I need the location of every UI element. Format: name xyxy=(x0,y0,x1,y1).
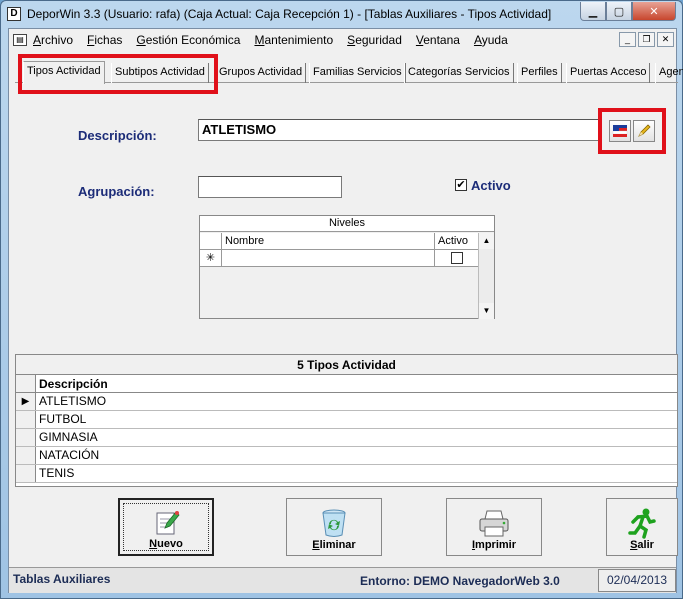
activo-label: Activo xyxy=(471,178,511,193)
window-controls: ▁ ▢ ✕ xyxy=(580,2,676,21)
descripcion-input[interactable]: ATLETISMO xyxy=(198,119,600,141)
activo-checkbox[interactable]: ✔ xyxy=(455,179,467,191)
scroll-down-icon[interactable]: ▼ xyxy=(479,303,494,319)
agrupacion-input[interactable] xyxy=(198,176,342,198)
status-module: Tablas Auxiliares xyxy=(13,572,111,586)
mdi-close-button[interactable]: ✕ xyxy=(657,32,674,47)
translate-flag-button[interactable] xyxy=(609,120,631,142)
flag-icon xyxy=(612,125,628,137)
imprimir-label: Imprimir xyxy=(471,539,517,551)
minimize-button[interactable]: ▁ xyxy=(580,2,606,21)
tab-puertas-acceso[interactable]: Puertas Acceso xyxy=(566,63,651,83)
tab-agenda[interactable]: Agen xyxy=(655,63,683,83)
status-environment: Entorno: DEMO NavegadorWeb 3.0 xyxy=(360,574,560,588)
niveles-new-row[interactable]: ✳ xyxy=(200,250,480,267)
tipos-list-header: Descripción xyxy=(16,375,677,393)
app-icon[interactable]: D xyxy=(7,7,21,21)
niveles-new-nombre-cell[interactable] xyxy=(222,250,435,266)
app-window: D DeporWin 3.3 (Usuario: rafa) (Caja Act… xyxy=(0,0,683,599)
salir-button[interactable]: Salir xyxy=(606,498,678,556)
maximize-button[interactable]: ▢ xyxy=(606,2,632,21)
table-row[interactable]: ▶ ATLETISMO xyxy=(16,393,677,411)
row-descripcion[interactable]: GIMNASIA xyxy=(36,429,98,446)
niveles-title: Niveles xyxy=(200,216,494,232)
current-row-icon: ▶ xyxy=(16,393,36,410)
tipos-col-descripcion[interactable]: Descripción xyxy=(36,375,108,392)
table-row[interactable]: FUTBOL xyxy=(16,411,677,429)
document-icon[interactable]: ▤ xyxy=(13,34,27,46)
mdi-restore-button[interactable]: ❐ xyxy=(638,32,655,47)
status-bar: Tablas Auxiliares Entorno: DEMO Navegado… xyxy=(9,567,676,593)
tab-familias-servicios[interactable]: Familias Servicios xyxy=(309,63,406,83)
table-row[interactable]: NATACIÓN xyxy=(16,447,677,465)
row-descripcion[interactable]: TENIS xyxy=(36,465,74,482)
tab-perfiles[interactable]: Perfiles xyxy=(517,63,562,83)
row-descripcion[interactable]: NATACIÓN xyxy=(36,447,99,464)
mdi-controls: _ ❐ ✕ xyxy=(619,32,674,47)
close-button[interactable]: ✕ xyxy=(632,2,676,21)
eliminar-button[interactable]: Eliminar xyxy=(286,498,382,556)
menu-mantenimiento[interactable]: Mantenimiento xyxy=(254,33,333,47)
tab-subtipos-actividad[interactable]: Subtipos Actividad xyxy=(111,63,209,83)
row-selector[interactable] xyxy=(16,465,36,482)
menu-bar: ▤ Archivo Fichas Gestión Económica Mante… xyxy=(9,29,676,51)
niveles-header: Nombre Activo xyxy=(200,233,480,250)
status-date: 02/04/2013 xyxy=(598,569,676,592)
recycle-bin-icon xyxy=(322,509,346,537)
new-row-marker-icon: ✳ xyxy=(200,250,222,266)
row-descripcion[interactable]: ATLETISMO xyxy=(36,393,106,410)
title-bar[interactable]: D DeporWin 3.3 (Usuario: rafa) (Caja Act… xyxy=(1,1,682,28)
niveles-new-activo-cell[interactable] xyxy=(435,250,480,266)
mdi-minimize-button[interactable]: _ xyxy=(619,32,636,47)
row-selector[interactable] xyxy=(16,447,36,464)
imprimir-button[interactable]: Imprimir xyxy=(446,498,542,556)
niveles-col-nombre[interactable]: Nombre xyxy=(222,233,435,249)
tab-grupos-actividad[interactable]: Grupos Actividad xyxy=(215,63,307,83)
niveles-scrollbar[interactable]: ▲ ▼ xyxy=(478,233,494,319)
niveles-col-activo[interactable]: Activo xyxy=(435,233,480,249)
agrupacion-label: Agrupación: xyxy=(78,184,155,199)
niveles-activo-checkbox[interactable] xyxy=(451,252,463,264)
tab-tipos-actividad[interactable]: Tipos Actividad xyxy=(23,61,105,84)
pencil-icon xyxy=(638,124,651,137)
descripcion-label: Descripción: xyxy=(78,128,157,143)
mdi-client: ▤ Archivo Fichas Gestión Económica Mante… xyxy=(8,28,683,593)
salir-label: Salir xyxy=(630,539,654,551)
menu-ayuda[interactable]: Ayuda xyxy=(474,33,508,47)
row-descripcion[interactable]: FUTBOL xyxy=(36,411,86,428)
tab-categorias-servicios[interactable]: Categorías Servicios xyxy=(404,63,514,83)
table-row[interactable]: GIMNASIA xyxy=(16,429,677,447)
window-title: DeporWin 3.3 (Usuario: rafa) (Caja Actua… xyxy=(27,7,552,21)
scroll-up-icon[interactable]: ▲ xyxy=(479,233,494,249)
focus-rect xyxy=(123,503,209,551)
menu-ventana[interactable]: Ventana xyxy=(416,33,460,47)
tab-strip: Tipos Actividad Subtipos Actividad Grupo… xyxy=(15,61,683,84)
niveles-header-selector xyxy=(200,233,222,249)
table-row[interactable]: TENIS xyxy=(16,465,677,483)
row-selector[interactable] xyxy=(16,411,36,428)
eliminar-label: Eliminar xyxy=(312,539,356,551)
niveles-grid: Niveles Nombre Activo ✳ ▲ ▼ xyxy=(199,215,495,319)
menu-fichas[interactable]: Fichas xyxy=(87,33,122,47)
tipos-actividad-list: 5 Tipos Actividad Descripción ▶ ATLETISM… xyxy=(15,354,678,487)
menu-seguridad[interactable]: Seguridad xyxy=(347,33,402,47)
running-man-exit-icon xyxy=(628,508,656,539)
menu-gestion-economica[interactable]: Gestión Económica xyxy=(136,33,240,47)
nuevo-button[interactable]: Nuevo xyxy=(118,498,214,556)
tipos-list-title: 5 Tipos Actividad xyxy=(16,355,677,375)
edit-pencil-button[interactable] xyxy=(633,120,655,142)
tipos-header-selector xyxy=(16,375,36,392)
menu-archivo[interactable]: Archivo xyxy=(33,33,73,47)
row-selector[interactable] xyxy=(16,429,36,446)
printer-icon xyxy=(479,510,509,537)
